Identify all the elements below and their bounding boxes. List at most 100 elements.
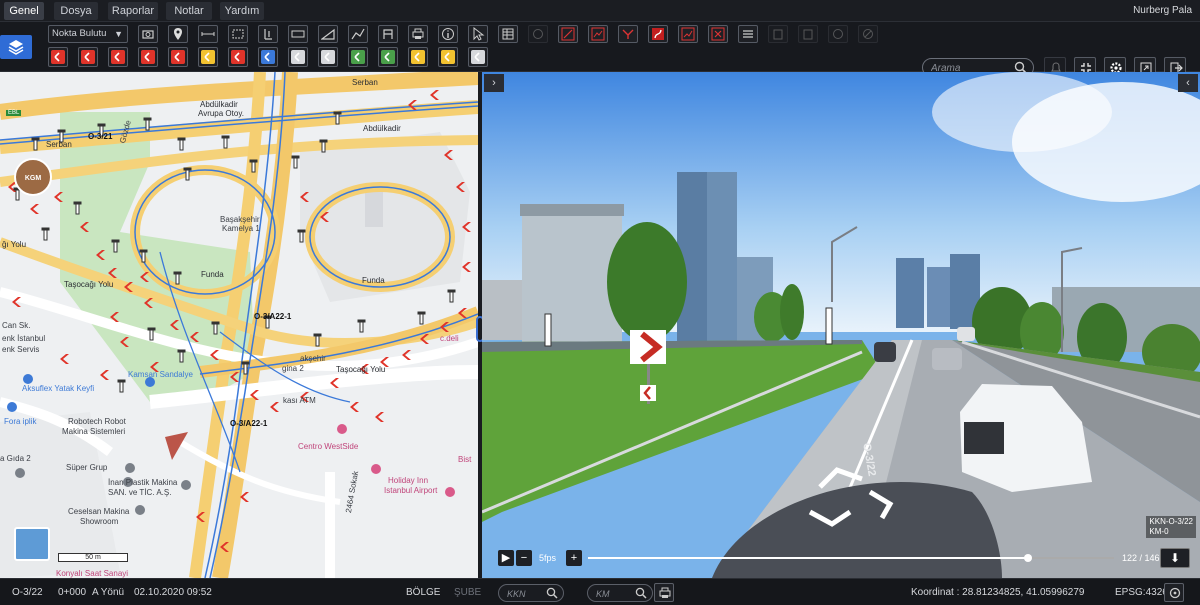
label-tasocagi-1: ğı Yolu xyxy=(2,240,27,249)
tool-measure-area-button[interactable] xyxy=(228,25,248,43)
sign-warning-icon xyxy=(261,50,275,64)
label-showroom: Showroom xyxy=(80,517,119,526)
menu-tab-yardim[interactable]: Yardım xyxy=(220,2,264,20)
dataset-select[interactable]: Nokta Bulutu ▼ xyxy=(48,25,128,43)
tool-profile-button[interactable] xyxy=(348,25,368,43)
print-button[interactable] xyxy=(654,583,674,602)
sign-no-entry-button[interactable] xyxy=(48,47,68,67)
search-icon[interactable] xyxy=(635,587,647,599)
label-airport: Istanbul Airport xyxy=(384,486,438,495)
measure-line-icon xyxy=(201,32,215,36)
menu-tab-raporlar[interactable]: Raporlar xyxy=(108,2,158,20)
map-panel[interactable]: KGM O-3/21 O-3/A22-1 O-3/A22-1 Serban Ab… xyxy=(0,72,478,578)
tool-rotate-button[interactable] xyxy=(528,25,548,43)
tool-marker-button[interactable] xyxy=(168,25,188,43)
street-view-panel[interactable]: O-3/22 › ‹ KKN-O-3/22 KM-0 xyxy=(482,72,1200,578)
tool-camera-button[interactable] xyxy=(138,25,158,43)
sign-merge-button[interactable] xyxy=(378,47,398,67)
sign-post-t-button[interactable] xyxy=(288,47,308,67)
sign-no-entry-icon xyxy=(51,50,65,64)
status-coordinate: Koordinat : 28.81234825, 41.05996279 xyxy=(911,587,1085,598)
scale-bar: 50 m xyxy=(58,553,128,562)
map-pin-icon xyxy=(174,28,182,40)
kkn-input[interactable] xyxy=(507,587,547,600)
sign-chevron-left-button[interactable] xyxy=(78,47,98,67)
progress-handle[interactable] xyxy=(1023,554,1032,562)
search-icon[interactable] xyxy=(546,587,558,599)
status-road: O-3/22 xyxy=(12,587,43,598)
play-button[interactable]: ▶ xyxy=(498,550,514,566)
tool-layers-stack-button[interactable] xyxy=(738,25,758,43)
map-sign-post-cap xyxy=(177,137,186,141)
status-bolge[interactable]: BÖLGE xyxy=(406,579,440,605)
tool-copy-button[interactable] xyxy=(768,25,788,43)
tool-clearance-button[interactable] xyxy=(378,25,398,43)
label-gina: gina 2 xyxy=(282,364,304,373)
menu-tab-genel[interactable]: Genel xyxy=(4,2,44,20)
fps-increase-button[interactable]: + xyxy=(566,550,582,566)
map-sign-post-cap xyxy=(147,327,156,331)
sign-warning-button[interactable] xyxy=(258,47,278,67)
tool-info-button[interactable] xyxy=(438,25,458,43)
sign-no-overtake-button[interactable] xyxy=(228,47,248,67)
map-sign-post-cap xyxy=(313,333,322,337)
tool-height-button[interactable] xyxy=(258,25,278,43)
menu-bar: Genel Dosya Raporlar Notlar Yardım Nurbe… xyxy=(0,0,1200,22)
progress-track[interactable] xyxy=(588,554,1114,562)
tool-measure-line-button[interactable] xyxy=(198,25,218,43)
map-sign-post-cap xyxy=(241,361,250,365)
sign-arch-button[interactable] xyxy=(438,47,458,67)
sign-speed-button[interactable] xyxy=(168,47,188,67)
status-km: 0+000 xyxy=(58,587,87,598)
sign-roundabout-button[interactable] xyxy=(348,47,368,67)
expand-left-button[interactable]: › xyxy=(484,74,504,92)
minimap-thumbnail[interactable] xyxy=(14,527,50,561)
map-sign-post-cap xyxy=(297,229,306,233)
tool-slope-button[interactable] xyxy=(318,25,338,43)
menu-tab-notlar[interactable]: Notlar xyxy=(166,2,212,20)
map-sign-post-cap xyxy=(221,135,230,139)
sign-lane-button[interactable] xyxy=(408,47,428,67)
status-direction: A Yönü xyxy=(92,587,125,598)
map-sign-post-cap xyxy=(333,111,342,115)
sign-chevron-double-button[interactable] xyxy=(108,47,128,67)
expand-right-button[interactable]: ‹ xyxy=(1178,74,1198,92)
fps-decrease-button[interactable]: − xyxy=(516,550,532,566)
tool-delete-button[interactable] xyxy=(708,25,728,43)
tool-edit-line-button[interactable] xyxy=(558,25,578,43)
tool-cancel-button[interactable] xyxy=(828,25,848,43)
status-bar: O-3/22 0+000 A Yönü 02.10.2020 09:52 BÖL… xyxy=(0,578,1200,605)
road-tag-o321: O-3/21 xyxy=(88,132,113,141)
tool-chart-button[interactable] xyxy=(588,25,608,43)
sign-post-l-button[interactable] xyxy=(318,47,338,67)
frame-counter: 122 / 146 xyxy=(1122,553,1160,563)
crs-settings-button[interactable] xyxy=(1164,583,1184,602)
map-sign-post-cap xyxy=(117,379,126,383)
status-datetime: 02.10.2020 09:52 xyxy=(134,587,212,598)
km-input[interactable] xyxy=(596,587,636,600)
tool-table-button[interactable] xyxy=(498,25,518,43)
status-sube[interactable]: ŞUBE xyxy=(454,579,481,605)
edit-line-icon xyxy=(561,27,575,41)
user-name[interactable]: Nurberg Pala xyxy=(1133,0,1192,22)
tool-paste-button[interactable] xyxy=(798,25,818,43)
label-istanbul: enk İstanbul xyxy=(2,334,46,343)
map-sign-post-cap xyxy=(41,227,50,231)
sign-hammer-button[interactable] xyxy=(468,47,488,67)
tool-print-button[interactable] xyxy=(408,25,428,43)
paste-icon xyxy=(803,29,813,40)
sign-chevron-up-button[interactable] xyxy=(198,47,218,67)
menu-tab-dosya[interactable]: Dosya xyxy=(54,2,98,20)
sign-stop-button[interactable] xyxy=(138,47,158,67)
tool-curve-button[interactable] xyxy=(648,25,668,43)
label-super: Süper Grup xyxy=(66,463,108,472)
tool-trend-button[interactable] xyxy=(678,25,698,43)
tool-block-button[interactable] xyxy=(858,25,878,43)
tool-fork-button[interactable] xyxy=(618,25,638,43)
tool-width-button[interactable] xyxy=(288,25,308,43)
sign-post-l-icon xyxy=(321,50,335,64)
chevron-down-icon: ▼ xyxy=(114,29,123,39)
tool-select-button[interactable] xyxy=(468,25,488,43)
download-button[interactable]: ⬇ xyxy=(1160,548,1190,568)
layers-button[interactable] xyxy=(0,35,32,59)
